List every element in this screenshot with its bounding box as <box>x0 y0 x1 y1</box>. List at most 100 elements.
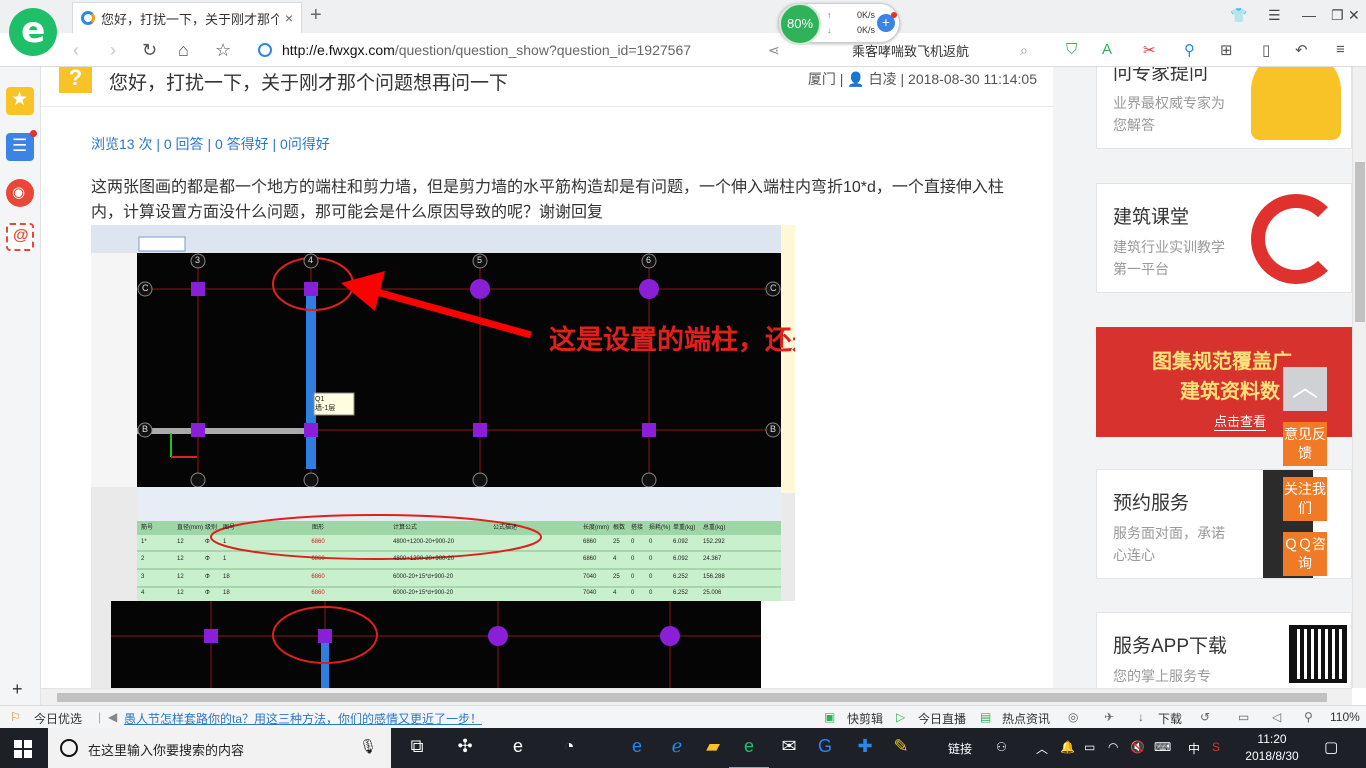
course-card[interactable]: 建筑课堂 建筑行业实训教学第一平台 <box>1096 183 1352 293</box>
reading-list-icon[interactable] <box>6 130 37 161</box>
internet-explorer-icon[interactable]: ℯ <box>664 736 690 760</box>
pin-icon[interactable]: ✈ <box>1104 710 1114 724</box>
restore-button[interactable]: ❐ <box>1331 7 1344 24</box>
skin-icon[interactable]: 👕 <box>1230 7 1247 24</box>
more-menu-icon[interactable]: ≡ <box>1336 41 1345 58</box>
taskbar-search-placeholder: 在这里输入你要搜索的内容 <box>88 743 245 758</box>
people-icon[interactable]: ⚇ <box>996 740 1007 754</box>
promo-link[interactable]: 点击查看 <box>1214 411 1267 431</box>
notification-bell-icon[interactable]: 🔔 <box>1060 740 1075 754</box>
speedup-button[interactable]: + <box>877 12 897 32</box>
hot-news-link[interactable]: 热点资讯 <box>1002 710 1050 727</box>
keyboard-icon[interactable]: ⌨ <box>1154 740 1171 754</box>
mail-icon[interactable] <box>6 223 34 251</box>
feedback-button[interactable]: 意见反馈 <box>1283 422 1327 466</box>
action-center-icon[interactable]: ▢ <box>1324 738 1338 756</box>
back-to-top-button[interactable]: ︿ <box>1283 367 1327 411</box>
qr-code-icon <box>1289 625 1347 683</box>
360-browser-icon[interactable]: e <box>729 736 769 768</box>
taskbar-link-label[interactable]: 链接 <box>948 740 972 757</box>
new-tab-button[interactable]: + <box>310 4 322 27</box>
volume-muted-icon[interactable]: 🔇 <box>1130 740 1145 754</box>
shield-icon[interactable]: ⛉ <box>1066 41 1077 58</box>
ime-indicator[interactable]: 中 <box>1188 740 1200 757</box>
fan-app-icon[interactable]: ✣ <box>452 736 478 760</box>
attached-screenshot[interactable]: 这是设置的端柱，还是框架柱 Q1墙-1层 3 4 5 6 C C B B 筋号 … <box>91 225 795 688</box>
phone-icon[interactable]: ▯ <box>1262 41 1270 59</box>
table-row[interactable]: 3 12 Φ 18 6860 6000-20+15*d+900-20 7040 … <box>141 568 781 586</box>
globe-icon[interactable]: ◎ <box>1068 710 1078 724</box>
add-sidebar-icon[interactable]: + <box>12 679 23 700</box>
taskbar-clock[interactable]: 11:20 2018/8/30 <box>1240 731 1304 765</box>
favorites-icon[interactable] <box>6 87 34 115</box>
volume-icon[interactable]: ◁ <box>1272 710 1281 724</box>
horizontal-scroll-thumb[interactable] <box>57 693 1327 702</box>
edge-icon[interactable]: e <box>505 736 531 760</box>
table-row[interactable]: 4 12 Φ 18 6860 6000-20+15*d+900-20 7040 … <box>141 586 781 600</box>
news-link[interactable]: 愚人节怎样套路你的ta？用这三种方法，你们的感情又更近了一步！ <box>124 710 482 727</box>
cortana-icon[interactable] <box>60 739 78 757</box>
rebar-table[interactable]: 筋号 直径(mm) 级别 图号 图形 计算公式 公式描述 长度(mm) 根数 搭… <box>141 522 781 600</box>
news-speaker-icon: ◀ <box>108 710 118 724</box>
g-app-icon[interactable]: G <box>812 736 838 760</box>
apps-grid-icon[interactable]: ⊞ <box>1220 41 1233 59</box>
tab-close-button[interactable]: × <box>285 10 293 26</box>
question-user[interactable]: 白凌 <box>869 71 897 87</box>
question-title: 您好，打扰一下，关于刚才那个问题想再问一下 <box>109 73 509 94</box>
app-download-card[interactable]: 服务APP下载 您的掌上服务专 <box>1096 612 1352 688</box>
browser-tab[interactable]: 您好，打扰一下，关于刚才那个问 × <box>72 2 302 33</box>
browser-sidebar: + <box>0 67 41 705</box>
weibo-icon[interactable] <box>6 179 34 207</box>
taskbar-search-box[interactable]: 在这里输入你要搜索的内容 🎙 <box>48 728 391 768</box>
wifi-icon[interactable]: ◠ <box>1108 740 1118 754</box>
search-icon[interactable]: ⌕ <box>1020 42 1028 59</box>
address-url[interactable]: http://e.fwxgx.com/question/question_sho… <box>282 42 691 58</box>
promo-line1: 图集规范覆盖广 <box>1152 351 1292 373</box>
task-view-icon[interactable]: ⧉ <box>404 736 430 760</box>
home-icon[interactable]: ⌂ <box>178 40 189 61</box>
windows-start-icon[interactable] <box>14 740 32 758</box>
kuaijianji-link[interactable]: 快剪辑 <box>847 710 883 727</box>
history-icon[interactable]: ↺ <box>1200 710 1210 724</box>
minimize-button[interactable]: — <box>1302 7 1316 23</box>
network-speed-widget[interactable]: 80% 0K/s 0K/s + <box>778 3 900 45</box>
table-row[interactable]: 1* 12 Φ 1 6860 4800+1200-20+900-20 6860 … <box>141 534 781 550</box>
translate-icon[interactable]: A <box>1102 41 1112 58</box>
mail-app-icon[interactable]: ✉ <box>776 736 802 760</box>
cut-icon[interactable]: ✂ <box>1143 41 1156 59</box>
share-icon[interactable]: ⋖ <box>768 42 780 59</box>
network-icon[interactable]: ▭ <box>1084 740 1095 754</box>
hot-search-text[interactable]: 乘客哮喘致飞机返航 <box>852 41 969 60</box>
bookmark-star-icon[interactable]: ☆ <box>215 40 231 61</box>
close-window-button[interactable]: ✕ <box>1348 7 1360 24</box>
windows-taskbar: 在这里输入你要搜索的内容 🎙 ⧉ ✣ e ◔ e ℯ ▰ e ✉ G ✚ ✎ 链… <box>0 728 1366 768</box>
follow-us-button[interactable]: 关注我们 <box>1283 477 1327 521</box>
remote-app-icon[interactable]: ✚ <box>852 736 878 760</box>
qq-consult-button[interactable]: ＱＱ咨询 <box>1283 532 1327 576</box>
microphone-icon[interactable]: 🎙 <box>359 738 377 755</box>
zoom-level[interactable]: 110% <box>1330 710 1360 724</box>
file-explorer-icon[interactable]: ▰ <box>700 736 726 760</box>
zoom-search-icon[interactable]: ⚲ <box>1184 41 1195 59</box>
forward-icon[interactable]: › <box>110 40 116 61</box>
undo-icon[interactable]: ↶ <box>1295 41 1308 59</box>
browser-logo-icon[interactable] <box>9 8 57 56</box>
tray-expand-icon[interactable]: ︿ <box>1036 740 1048 757</box>
vertical-scroll-thumb[interactable] <box>1355 162 1365 322</box>
refresh-icon[interactable]: ↻ <box>142 40 157 61</box>
address-bar[interactable]: http://e.fwxgx.com/question/question_sho… <box>258 37 1048 63</box>
horizontal-scrollbar[interactable] <box>41 688 1352 705</box>
sogou-icon[interactable]: S <box>1212 740 1220 754</box>
qq-browser-icon[interactable]: ◔ <box>556 736 582 760</box>
download-link[interactable]: 下载 <box>1158 710 1182 727</box>
window-icon[interactable]: ▭ <box>1238 710 1249 724</box>
notes-app-icon[interactable]: ✎ <box>888 736 914 760</box>
table-row[interactable]: 2 12 Φ 1 6860 4800+1200-20+900-20 6860 4… <box>141 550 781 568</box>
live-link[interactable]: 今日直播 <box>918 710 966 727</box>
ie-edge-blue-icon[interactable]: e <box>624 736 650 760</box>
menu-icon[interactable]: ☰ <box>1268 7 1281 24</box>
back-icon[interactable]: ‹ <box>73 40 79 61</box>
expert-card[interactable]: 问专家提问 业界最权威专家为您解答 <box>1096 67 1352 149</box>
vertical-scrollbar[interactable] <box>1352 67 1366 688</box>
today-pick-label[interactable]: 今日优选 <box>34 710 82 727</box>
